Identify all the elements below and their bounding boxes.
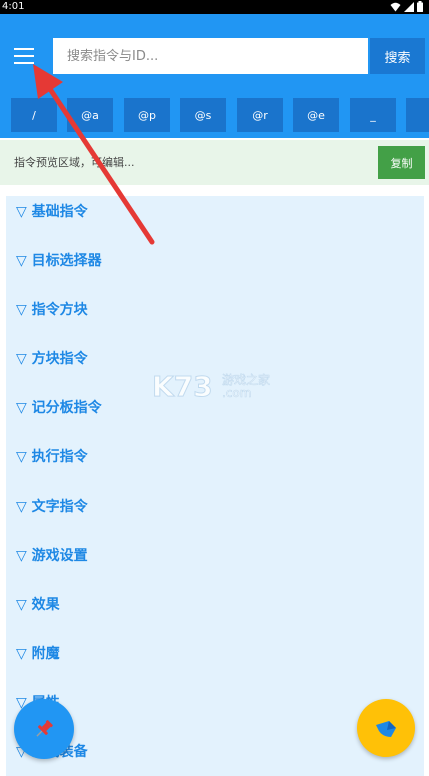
k73-watermark: K73 游戏之家 .com (152, 368, 292, 404)
selector-button-p[interactable]: @p (124, 98, 170, 132)
status-bar: 4:01 (0, 0, 429, 14)
category-item-game-settings[interactable]: ▽ 游戏设置 (16, 541, 88, 571)
selector-button-s[interactable]: @s (180, 98, 226, 132)
status-time: 4:01 (2, 1, 25, 12)
category-item-text-commands[interactable]: ▽ 文字指令 (16, 492, 88, 522)
selector-button-r[interactable]: @r (237, 98, 283, 132)
app-header: 搜索 / @a @p @s @r @e _ (0, 14, 429, 138)
search-button[interactable]: 搜索 (370, 38, 425, 74)
menu-icon (14, 48, 34, 50)
category-item-command-block[interactable]: ▽ 指令方块 (16, 295, 88, 325)
signal-icon (404, 1, 414, 12)
watermark-logo-text: K73 (152, 370, 213, 402)
selector-button-a[interactable]: @a (67, 98, 113, 132)
status-icons (390, 1, 423, 12)
selector-button-row: / @a @p @s @r @e _ (0, 98, 429, 132)
watermark-line2: .com (222, 386, 251, 400)
selector-button-e[interactable]: @e (293, 98, 339, 132)
battery-icon (417, 1, 423, 12)
command-preview-bar: 指令预览区域，可编辑... 复制 (0, 140, 429, 185)
pin-icon (36, 720, 53, 737)
command-preview-text[interactable]: 指令预览区域，可编辑... (14, 140, 135, 185)
hat-fab-button[interactable] (357, 699, 415, 757)
pin-fab-button[interactable] (14, 699, 74, 759)
selector-button-slash[interactable]: / (11, 98, 57, 132)
selector-button-overflow[interactable] (406, 98, 429, 132)
category-item-block-commands[interactable]: ▽ 方块指令 (16, 344, 88, 374)
category-item-basic-commands[interactable]: ▽ 基础指令 (16, 197, 88, 227)
copy-button[interactable]: 复制 (378, 146, 425, 179)
wifi-icon (390, 2, 401, 11)
menu-button[interactable] (9, 43, 39, 69)
category-item-scoreboard[interactable]: ▽ 记分板指令 (16, 393, 102, 423)
category-list: ▽ 基础指令 ▽ 目标选择器 ▽ 指令方块 ▽ 方块指令 ▽ 记分板指令 ▽ 执… (6, 196, 424, 776)
watermark-line1: 游戏之家 (222, 372, 270, 387)
category-item-effects[interactable]: ▽ 效果 (16, 590, 60, 620)
hat-icon (376, 721, 396, 737)
category-item-execute[interactable]: ▽ 执行指令 (16, 442, 88, 472)
k73-logo: K73 游戏之家 .com (152, 370, 271, 404)
search-input[interactable] (53, 38, 368, 74)
category-item-target-selectors[interactable]: ▽ 目标选择器 (16, 246, 102, 276)
category-item-enchantments[interactable]: ▽ 附魔 (16, 639, 60, 669)
selector-button-underscore[interactable]: _ (350, 98, 396, 132)
